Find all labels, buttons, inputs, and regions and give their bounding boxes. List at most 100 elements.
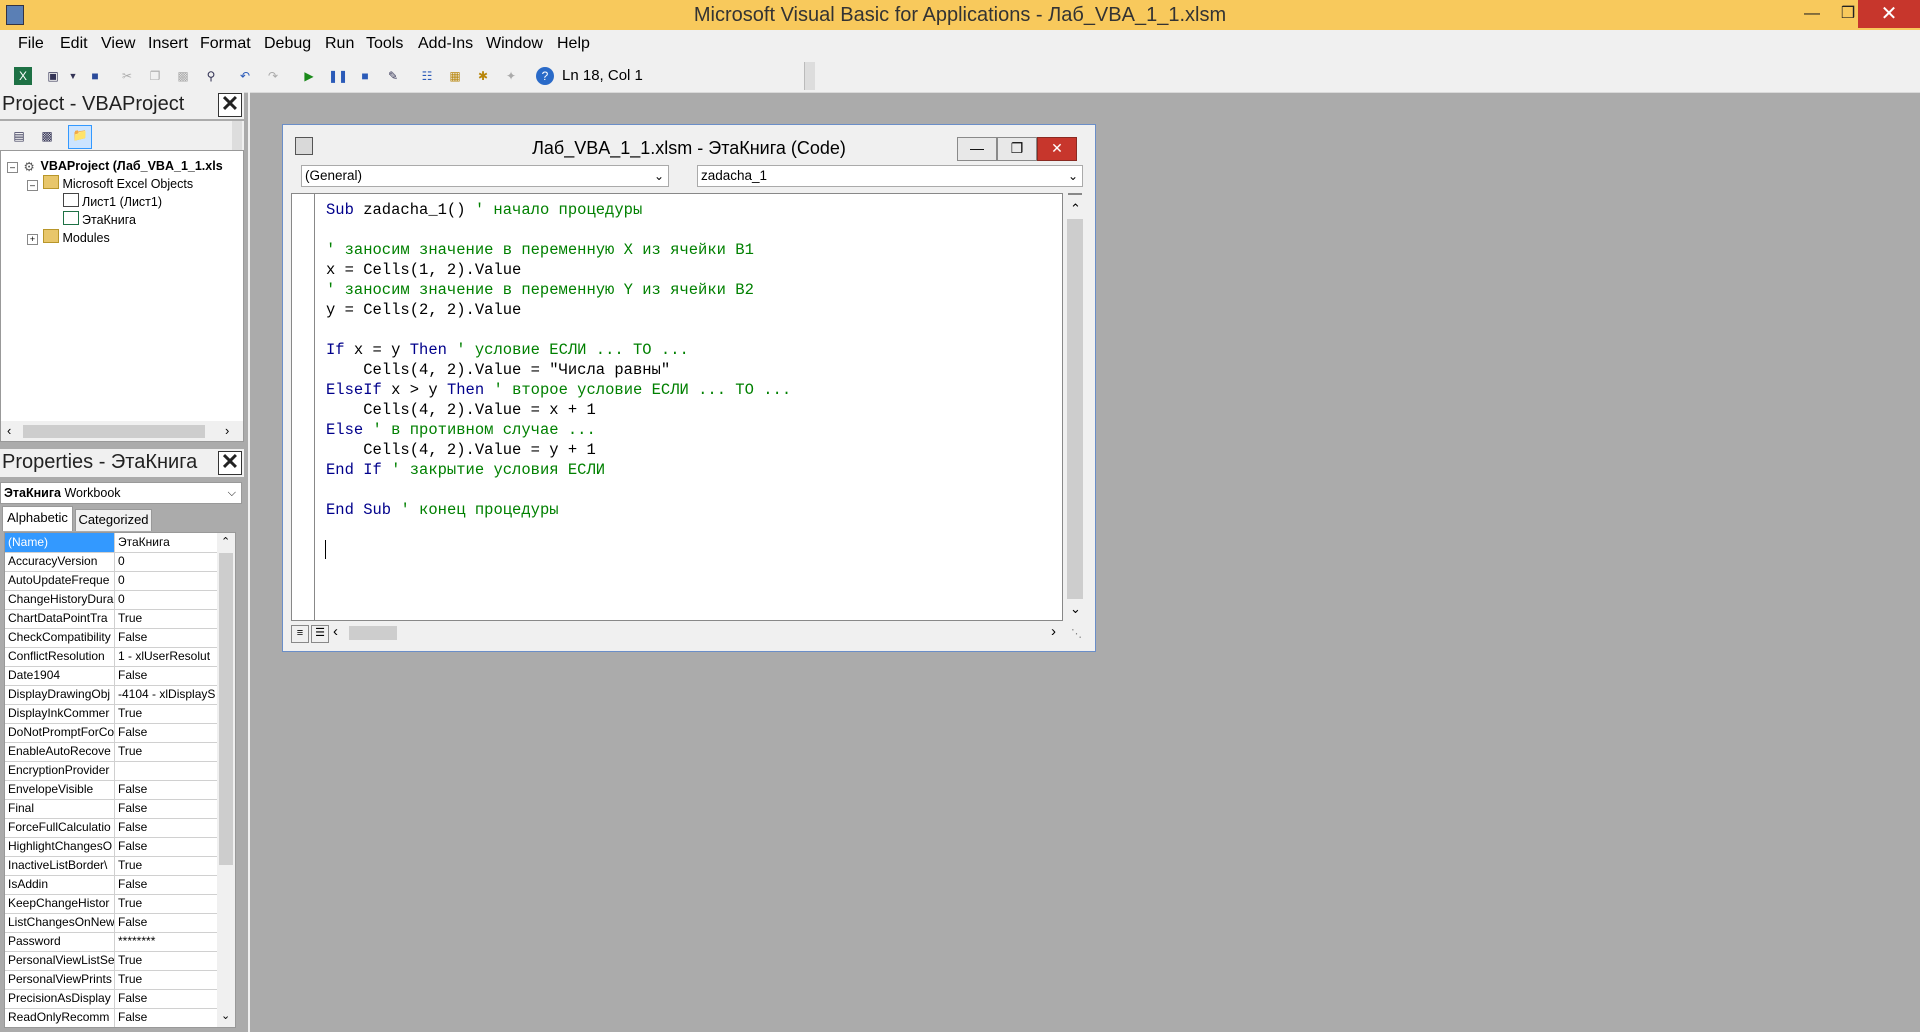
expand-icon[interactable]: + [27, 234, 38, 245]
menu-file[interactable]: File [18, 35, 44, 53]
view-code-icon[interactable]: ▤ [10, 127, 28, 145]
code-line[interactable]: If x = y Then ' условие ЕСЛИ ... ТО ... [326, 340, 689, 360]
property-row[interactable]: KeepChangeHistor True [5, 894, 217, 914]
code-vscrollbar[interactable]: ⌃ ⌄ [1065, 191, 1085, 623]
tree-node-vbaproject[interactable]: – ⚙ VBAProject (Лаб_VBA_1_1.xls [7, 157, 223, 175]
property-value[interactable]: True [118, 706, 216, 720]
code-line[interactable]: ' заносим значение в переменную X из яче… [326, 240, 754, 260]
tree-node-sheet1[interactable]: Лист1 (Лист1) [63, 193, 162, 211]
minimize-button[interactable]: — [1792, 0, 1832, 28]
property-row[interactable]: ChangeHistoryDura 0 [5, 590, 217, 610]
scroll-thumb[interactable] [23, 425, 205, 438]
property-value[interactable]: True [118, 953, 216, 967]
restore-button[interactable]: ❐ [997, 137, 1037, 161]
property-row[interactable]: ConflictResolution 1 - xlUserResolut [5, 647, 217, 667]
property-value[interactable]: True [118, 972, 216, 986]
chevron-right-icon[interactable]: › [1051, 623, 1056, 640]
property-value[interactable]: False [118, 915, 216, 929]
code-line[interactable]: y = Cells(2, 2).Value [326, 300, 521, 320]
menu-format[interactable]: Format [200, 35, 251, 53]
property-row[interactable]: (Name) ЭтаКнига [5, 533, 217, 553]
property-row[interactable]: Password ******** [5, 932, 217, 952]
properties-vscrollbar[interactable]: ⌃ ⌄ [217, 533, 235, 1027]
minimize-button[interactable]: — [957, 137, 997, 161]
code-line[interactable]: Cells(4, 2).Value = x + 1 [326, 400, 596, 420]
break-icon[interactable]: ❚❚ [328, 67, 348, 85]
design-mode-icon[interactable]: ✎ [384, 67, 402, 85]
code-line[interactable]: ElseIf x > y Then ' второе условие ЕСЛИ … [326, 380, 791, 400]
project-toolbar-grip[interactable] [232, 121, 242, 151]
code-hscrollbar[interactable]: ≡ ☰ ‹ › [291, 623, 1063, 643]
chevron-up-icon[interactable]: ⌃ [221, 535, 230, 548]
property-row[interactable]: DisplayInkCommer True [5, 704, 217, 724]
scroll-thumb[interactable] [349, 626, 397, 640]
toolbar-grip[interactable] [804, 62, 815, 90]
copy-icon[interactable]: ❐ [146, 67, 164, 85]
toolbox-icon[interactable]: ✦ [502, 67, 520, 85]
property-row[interactable]: InactiveListBorder\ True [5, 856, 217, 876]
menu-insert[interactable]: Insert [148, 35, 188, 53]
property-value[interactable]: False [118, 991, 216, 1005]
undo-icon[interactable]: ↶ [236, 67, 254, 85]
property-row[interactable]: EncryptionProvider [5, 761, 217, 781]
toggle-folders-icon[interactable]: 📁 [68, 125, 92, 149]
tab-categorized[interactable]: Categorized [75, 509, 152, 531]
project-hscrollbar[interactable]: ‹ › [1, 421, 243, 441]
object-combo[interactable]: (General) ⌄ [301, 165, 669, 187]
split-bar[interactable] [1068, 193, 1082, 195]
chevron-left-icon[interactable]: ‹ [333, 623, 338, 640]
code-line[interactable]: Cells(4, 2).Value = y + 1 [326, 440, 596, 460]
collapse-icon[interactable]: – [27, 180, 38, 191]
run-icon[interactable]: ▶ [300, 67, 318, 85]
object-selector[interactable]: ЭтаКнига Workbook ⌵ [0, 482, 242, 504]
chevron-up-icon[interactable]: ⌃ [1070, 201, 1081, 217]
property-row[interactable]: DisplayDrawingObj -4104 - xlDisplayS [5, 685, 217, 705]
property-value[interactable]: 0 [118, 592, 216, 606]
property-row[interactable]: PersonalViewPrints True [5, 970, 217, 990]
property-value[interactable]: False [118, 839, 216, 853]
property-row[interactable]: CheckCompatibility False [5, 628, 217, 648]
paste-icon[interactable]: ▩ [174, 67, 192, 85]
menu-edit[interactable]: Edit [60, 35, 88, 53]
chevron-down-icon[interactable]: ▼ [64, 67, 82, 85]
full-module-view-icon[interactable]: ☰ [311, 625, 329, 643]
properties-window-icon[interactable]: ▦ [446, 67, 464, 85]
collapse-icon[interactable]: – [7, 162, 18, 173]
help-icon[interactable]: ? [536, 67, 554, 85]
splitter[interactable] [248, 92, 250, 1032]
save-icon[interactable]: ■ [86, 67, 104, 85]
property-value[interactable]: 1 - xlUserResolut [118, 649, 216, 663]
close-icon[interactable]: ✕ [218, 451, 242, 475]
menu-window[interactable]: Window [486, 35, 543, 53]
margin-indicator-bar[interactable] [292, 194, 315, 620]
menu-tools[interactable]: Tools [366, 35, 403, 53]
procedure-view-icon[interactable]: ≡ [291, 625, 309, 643]
property-value[interactable]: False [118, 877, 216, 891]
property-row[interactable]: ForceFullCalculatio False [5, 818, 217, 838]
chevron-right-icon[interactable]: › [225, 423, 229, 438]
property-row[interactable]: IsAddin False [5, 875, 217, 895]
property-value[interactable]: False [118, 668, 216, 682]
chevron-down-icon[interactable]: ⌄ [1068, 166, 1078, 186]
tab-alphabetic[interactable]: Alphabetic [2, 506, 73, 531]
object-browser-icon[interactable]: ✱ [474, 67, 492, 85]
property-row[interactable]: Final False [5, 799, 217, 819]
code-line[interactable]: Sub zadacha_1() ' начало процедуры [326, 200, 642, 220]
view-object-icon[interactable]: ▩ [38, 127, 56, 145]
property-value[interactable]: False [118, 630, 216, 644]
property-value[interactable]: True [118, 611, 216, 625]
menu-run[interactable]: Run [325, 35, 354, 53]
code-editor[interactable]: Sub zadacha_1() ' начало процедуры ' зано… [291, 193, 1063, 621]
property-value[interactable]: False [118, 725, 216, 739]
redo-icon[interactable]: ↷ [264, 67, 282, 85]
property-row[interactable]: ReadOnlyRecomm False [5, 1008, 217, 1027]
property-value[interactable]: False [118, 1010, 216, 1024]
property-value[interactable]: ЭтаКнига [118, 535, 216, 549]
property-row[interactable]: ChartDataPointTra True [5, 609, 217, 629]
chevron-down-icon[interactable]: ⌄ [1070, 601, 1081, 617]
property-value[interactable]: True [118, 744, 216, 758]
property-value[interactable]: True [118, 896, 216, 910]
property-value[interactable]: False [118, 801, 216, 815]
property-row[interactable]: ListChangesOnNew False [5, 913, 217, 933]
project-explorer-icon[interactable]: ☷ [418, 67, 436, 85]
